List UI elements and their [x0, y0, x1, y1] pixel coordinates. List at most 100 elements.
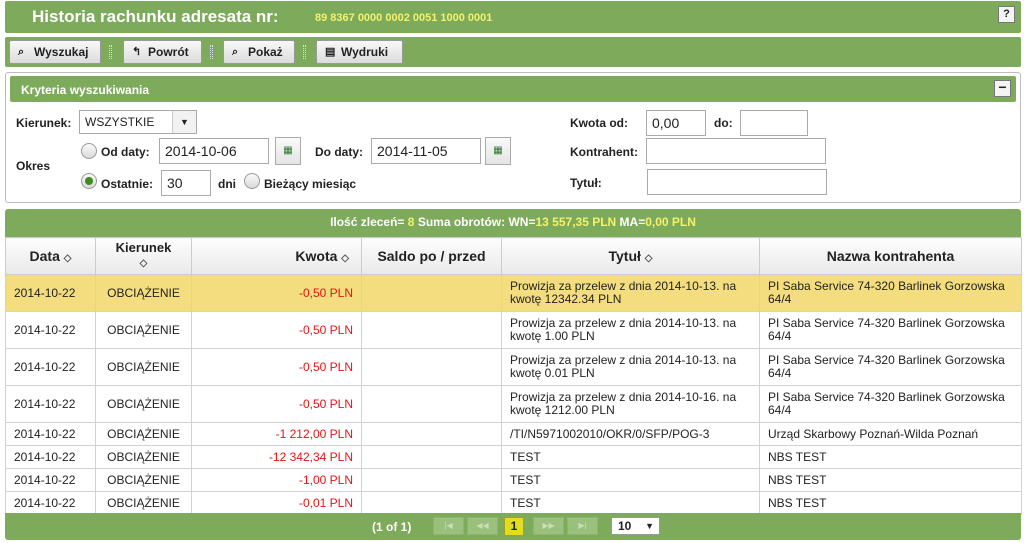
cell-date: 2014-10-22	[5, 422, 96, 446]
last-days-input[interactable]: 30	[161, 170, 211, 196]
pager: (1 of 1) |◀ ◀◀ 1 ▶▶ ▶| 10 ▼	[5, 513, 1021, 540]
cell-counterparty: PI Saba Service 74-320 Barlinek Gorzowsk…	[759, 348, 1022, 386]
from-date-input[interactable]: 2014-10-06	[159, 138, 269, 164]
cell-counterparty: PI Saba Service 74-320 Barlinek Gorzowsk…	[759, 311, 1022, 349]
column-header-title[interactable]: Tytuł ◇	[501, 237, 760, 275]
table-row[interactable]: 2014-10-22 OBCIĄŻENIE -1,00 PLN TEST NBS…	[5, 468, 1022, 492]
page-size-value: 10	[618, 519, 632, 533]
show-button[interactable]: ⌕ Pokaż	[223, 40, 295, 64]
cell-direction: OBCIĄŻENIE	[95, 274, 192, 312]
cell-title: TEST	[501, 468, 760, 492]
from-date-radio[interactable]	[81, 143, 97, 159]
search-button[interactable]: ⌕ Wyszukaj	[9, 40, 101, 64]
days-label: dni	[218, 177, 236, 191]
cell-amount: -1,00 PLN	[191, 468, 362, 492]
cell-amount: -1 212,00 PLN	[191, 422, 362, 446]
cell-title: Prowizja za przelew z dnia 2014-10-16. n…	[501, 385, 760, 423]
count-label: Ilość zleceń=	[330, 215, 405, 229]
cell-counterparty: PI Saba Service 74-320 Barlinek Gorzowsk…	[759, 274, 1022, 312]
summary-text: Ilość zleceń= 8 Suma obrotów: WN=13 557,…	[5, 215, 1021, 229]
wn-label: WN=	[508, 215, 536, 229]
column-header-direction[interactable]: Kierunek ◇	[95, 237, 192, 275]
table-row[interactable]: 2014-10-22 OBCIĄŻENIE -1 212,00 PLN /TI/…	[5, 422, 1022, 446]
table-row[interactable]: 2014-10-22 OBCIĄŻENIE -0,50 PLN Prowizja…	[5, 311, 1022, 349]
count-value: 8	[407, 215, 415, 229]
page-info: (1 of 1)	[372, 520, 412, 534]
criteria-header: Kryteria wyszukiwania −	[10, 76, 1016, 102]
cell-amount: -0,50 PLN	[191, 311, 362, 349]
column-header-counterparty: Nazwa kontrahenta	[759, 237, 1022, 275]
criteria-title: Kryteria wyszukiwania	[21, 83, 150, 97]
table-row[interactable]: 2014-10-22 OBCIĄŻENIE -0,50 PLN Prowizja…	[5, 385, 1022, 423]
cell-balance	[361, 445, 502, 469]
help-button[interactable]: ?	[998, 6, 1015, 23]
cell-direction: OBCIĄŻENIE	[95, 445, 192, 469]
cell-title: TEST	[501, 445, 760, 469]
sort-icon: ◇	[139, 258, 148, 269]
back-button-label: Powrót	[148, 45, 189, 59]
page-size-select[interactable]: 10 ▼	[611, 517, 660, 535]
column-header-amount[interactable]: Kwota ◇	[191, 237, 362, 275]
amount-from-label: Kwota od:	[570, 116, 628, 130]
last-page-button[interactable]: ▶|	[567, 517, 598, 535]
page-header: Historia rachunku adresata nr: 89 8367 0…	[5, 1, 1021, 33]
cell-balance	[361, 385, 502, 423]
cell-title: TEST	[501, 491, 760, 515]
toolbar-separator	[109, 45, 112, 59]
show-button-label: Pokaż	[248, 45, 283, 59]
calendar-icon[interactable]: ▦	[275, 137, 301, 165]
counterparty-input[interactable]	[646, 138, 826, 164]
next-page-button[interactable]: ▶▶	[533, 517, 564, 535]
amount-to-input[interactable]	[740, 110, 808, 136]
cell-counterparty: NBS TEST	[759, 445, 1022, 469]
calendar-icon[interactable]: ▦	[485, 137, 511, 165]
collapse-button[interactable]: −	[994, 80, 1011, 97]
direction-value: WSZYSTKIE	[85, 115, 155, 129]
cell-balance	[361, 491, 502, 515]
cell-date: 2014-10-22	[5, 445, 96, 469]
page-number-button[interactable]: 1	[504, 517, 524, 536]
ma-value: 0,00 PLN	[645, 215, 696, 229]
period-label: Okres	[16, 159, 51, 173]
cell-title: Prowizja za przelew z dnia 2014-10-13. n…	[501, 348, 760, 386]
current-month-radio[interactable]	[244, 173, 260, 189]
search-button-label: Wyszukaj	[34, 45, 89, 59]
counterparty-label: Kontrahent:	[570, 145, 638, 159]
ma-label: MA=	[619, 215, 646, 229]
table-row[interactable]: 2014-10-22 OBCIĄŻENIE -0,50 PLN Prowizja…	[5, 274, 1022, 312]
search-icon: ⌕	[232, 46, 239, 58]
toolbar-separator	[210, 45, 213, 59]
cell-direction: OBCIĄŻENIE	[95, 491, 192, 515]
table-header-row: Data ◇ Kierunek ◇ Kwota ◇ Saldo po / prze…	[5, 237, 1022, 275]
first-page-button[interactable]: |◀	[433, 517, 464, 535]
cell-date: 2014-10-22	[5, 311, 96, 349]
last-days-radio[interactable]	[81, 173, 97, 189]
table-row[interactable]: 2014-10-22 OBCIĄŻENIE -0,50 PLN Prowizja…	[5, 348, 1022, 386]
last-days-label: Ostatnie:	[101, 177, 154, 191]
amount-from-input[interactable]: 0,00	[646, 110, 706, 136]
back-button[interactable]: ↰ Powrót	[123, 40, 202, 64]
table-row[interactable]: 2014-10-22 OBCIĄŻENIE -0,01 PLN TEST NBS…	[5, 491, 1022, 515]
cell-direction: OBCIĄŻENIE	[95, 468, 192, 492]
sort-icon: ◇	[644, 253, 653, 264]
toolbar-separator	[303, 45, 306, 59]
cell-counterparty: Urząd Skarbowy Poznań-Wilda Poznań	[759, 422, 1022, 446]
print-button[interactable]: ▤ Wydruki	[316, 40, 403, 64]
to-date-input[interactable]: 2014-11-05	[371, 138, 481, 164]
cell-date: 2014-10-22	[5, 385, 96, 423]
table-row[interactable]: 2014-10-22 OBCIĄŻENIE -12 342,34 PLN TES…	[5, 445, 1022, 469]
direction-select[interactable]: WSZYSTKIE ▼	[79, 110, 197, 134]
summary-bar: Ilość zleceń= 8 Suma obrotów: WN=13 557,…	[5, 209, 1021, 237]
from-date-label: Od daty:	[101, 145, 150, 159]
to-date-label: Do daty:	[315, 145, 363, 159]
prev-page-button[interactable]: ◀◀	[467, 517, 498, 535]
cell-amount: -0,50 PLN	[191, 348, 362, 386]
cell-direction: OBCIĄŻENIE	[95, 422, 192, 446]
cell-date: 2014-10-22	[5, 468, 96, 492]
chevron-down-icon: ▼	[645, 521, 654, 531]
cell-counterparty: NBS TEST	[759, 491, 1022, 515]
title-input[interactable]	[647, 169, 827, 195]
toolbar: ⌕ Wyszukaj ↰ Powrót ⌕ Pokaż ▤ Wydruki	[5, 37, 1021, 67]
cell-amount: -0,01 PLN	[191, 491, 362, 515]
column-header-date[interactable]: Data ◇	[5, 237, 96, 275]
